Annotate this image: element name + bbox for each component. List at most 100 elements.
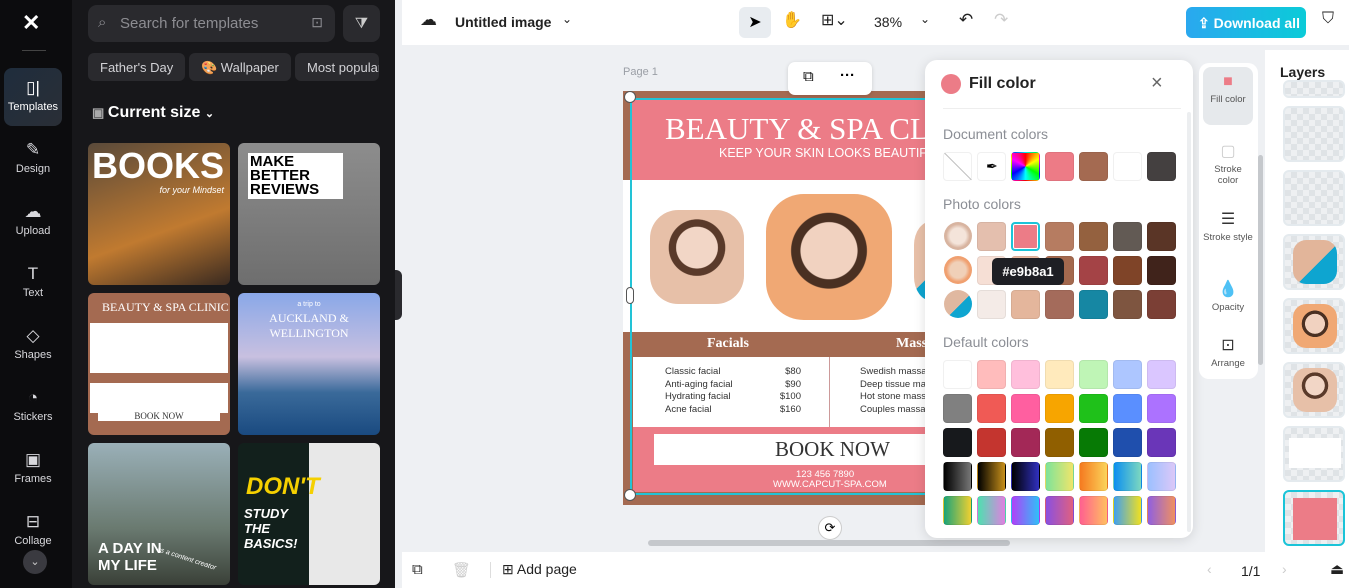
photo-color-swatch[interactable]: [1079, 222, 1108, 251]
gradient-swatch[interactable]: [1147, 496, 1176, 525]
gradient-swatch[interactable]: [1045, 462, 1074, 491]
default-color-swatch[interactable]: [943, 394, 972, 423]
default-color-swatch[interactable]: [1045, 360, 1074, 389]
vertical-scrollbar[interactable]: [1258, 155, 1263, 365]
download-all-button[interactable]: ⇪ Download all: [1186, 7, 1306, 38]
template-spa[interactable]: BEAUTY & SPA CLINIC BOOK NOW: [88, 293, 230, 435]
gradient-swatch[interactable]: [1045, 496, 1074, 525]
default-color-swatch[interactable]: [1113, 360, 1142, 389]
default-color-swatch[interactable]: [1011, 428, 1040, 457]
gradient-swatch[interactable]: [1011, 462, 1040, 491]
expand-pages-icon[interactable]: ⏏: [1330, 560, 1344, 578]
nav-design[interactable]: ✎ Design: [4, 130, 62, 188]
resize-handle-left[interactable]: [626, 287, 634, 304]
document-color-swatch[interactable]: [1079, 152, 1108, 181]
rotate-handle[interactable]: ⟳: [818, 516, 842, 540]
more-icon[interactable]: ···: [840, 67, 855, 84]
default-color-swatch[interactable]: [977, 394, 1006, 423]
tool-stroke-style[interactable]: ☰ Stroke style: [1203, 203, 1253, 249]
color-picker-swatch[interactable]: [1011, 152, 1040, 181]
photo-color-swatch[interactable]: [1045, 222, 1074, 251]
current-size-dropdown[interactable]: ▣ Current size ⌄: [92, 104, 214, 122]
nav-text[interactable]: T Text: [4, 254, 62, 312]
hand-tool-icon[interactable]: ✋: [782, 10, 802, 30]
expand-button[interactable]: ⌄: [23, 550, 47, 574]
nav-stickers[interactable]: ◔ Stickers: [4, 378, 62, 436]
gradient-swatch[interactable]: [1113, 496, 1142, 525]
default-color-swatch[interactable]: [1045, 428, 1074, 457]
gradient-swatch[interactable]: [1011, 496, 1040, 525]
capcut-logo[interactable]: ✕: [22, 10, 40, 36]
photo-color-swatch[interactable]: [1147, 222, 1176, 251]
duplicate-icon[interactable]: ⧉: [803, 68, 814, 85]
next-page-icon[interactable]: ›: [1282, 561, 1287, 577]
chip-most-popular[interactable]: Most popular: [295, 53, 379, 81]
layout-icon[interactable]: ⊞⌄: [821, 10, 848, 30]
gradient-swatch[interactable]: [977, 496, 1006, 525]
nav-upload[interactable]: ☁ Upload: [4, 192, 62, 250]
default-color-swatch[interactable]: [1113, 428, 1142, 457]
default-color-swatch[interactable]: [977, 428, 1006, 457]
photo-color-swatch[interactable]: [1079, 256, 1108, 285]
photo-color-swatch[interactable]: [977, 222, 1006, 251]
gradient-swatch[interactable]: [943, 496, 972, 525]
layer-item[interactable]: [1283, 80, 1345, 98]
tool-fill-color[interactable]: ■ Fill color: [1203, 67, 1253, 125]
default-color-swatch[interactable]: [1147, 428, 1176, 457]
add-page-button[interactable]: ⊞ Add page: [502, 561, 577, 578]
photo-color-swatch[interactable]: [977, 290, 1006, 319]
nav-shapes[interactable]: ◇ Shapes: [4, 316, 62, 374]
default-color-swatch[interactable]: [977, 360, 1006, 389]
nav-templates[interactable]: ▯| Templates: [4, 68, 62, 126]
tool-stroke-color[interactable]: ▢ Stroke color: [1203, 135, 1253, 192]
nav-frames[interactable]: ▣ Frames: [4, 440, 62, 498]
document-color-swatch[interactable]: [1045, 152, 1074, 181]
photo-color-swatch[interactable]: [1011, 222, 1040, 251]
gradient-swatch[interactable]: [1147, 462, 1176, 491]
default-color-swatch[interactable]: [1147, 360, 1176, 389]
shield-icon[interactable]: ⛉: [1322, 10, 1334, 28]
template-auckland[interactable]: a trip to AUCKLAND & WELLINGTON: [238, 293, 380, 435]
photo-color-swatch[interactable]: [1113, 256, 1142, 285]
eyedropper-button[interactable]: ✒: [977, 152, 1006, 181]
no-color-swatch[interactable]: [943, 152, 972, 181]
layer-item-selected[interactable]: [1283, 490, 1345, 546]
gradient-swatch[interactable]: [943, 462, 972, 491]
layer-item[interactable]: [1283, 106, 1345, 162]
tool-arrange[interactable]: ⊡ Arrange: [1203, 329, 1253, 375]
document-title[interactable]: Untitled image: [455, 14, 551, 30]
template-day-in-life[interactable]: A DAY IN MY LIFE as a content creator: [88, 443, 230, 585]
default-color-swatch[interactable]: [1011, 394, 1040, 423]
duplicate-page-icon[interactable]: ⧉: [412, 561, 423, 578]
photo-color-swatch[interactable]: [1045, 290, 1074, 319]
default-color-swatch[interactable]: [1147, 394, 1176, 423]
layer-item[interactable]: [1283, 234, 1345, 290]
photo-color-swatch[interactable]: [1011, 290, 1040, 319]
layer-item[interactable]: [1283, 298, 1345, 354]
default-color-swatch[interactable]: [1079, 394, 1108, 423]
select-tool-icon[interactable]: ➤: [739, 7, 771, 38]
default-color-swatch[interactable]: [1079, 360, 1108, 389]
chevron-down-icon[interactable]: ⌄: [562, 12, 572, 26]
popup-scrollbar[interactable]: [1187, 112, 1191, 532]
trash-icon[interactable]: 🗑: [452, 561, 471, 579]
cloud-icon[interactable]: ☁: [420, 10, 437, 30]
layer-item[interactable]: [1283, 170, 1345, 226]
gradient-swatch[interactable]: [1113, 462, 1142, 491]
default-color-swatch[interactable]: [943, 428, 972, 457]
gradient-swatch[interactable]: [977, 462, 1006, 491]
chip-wallpaper[interactable]: 🎨 Wallpaper: [189, 53, 291, 81]
document-color-swatch[interactable]: [1113, 152, 1142, 181]
photo-color-swatch[interactable]: [1113, 222, 1142, 251]
layer-item[interactable]: [1283, 362, 1345, 418]
prev-page-icon[interactable]: ‹: [1207, 561, 1212, 577]
default-color-swatch[interactable]: [1011, 360, 1040, 389]
tool-opacity[interactable]: 💧 Opacity: [1203, 273, 1253, 319]
document-color-swatch[interactable]: [1147, 152, 1176, 181]
chip-fathers-day[interactable]: Father's Day: [88, 53, 186, 81]
resize-handle-bl[interactable]: [624, 489, 636, 501]
photo-color-swatch[interactable]: [1113, 290, 1142, 319]
gradient-swatch[interactable]: [1079, 496, 1108, 525]
horizontal-scrollbar[interactable]: [648, 540, 1010, 546]
collapse-panel-handle[interactable]: [395, 270, 402, 320]
